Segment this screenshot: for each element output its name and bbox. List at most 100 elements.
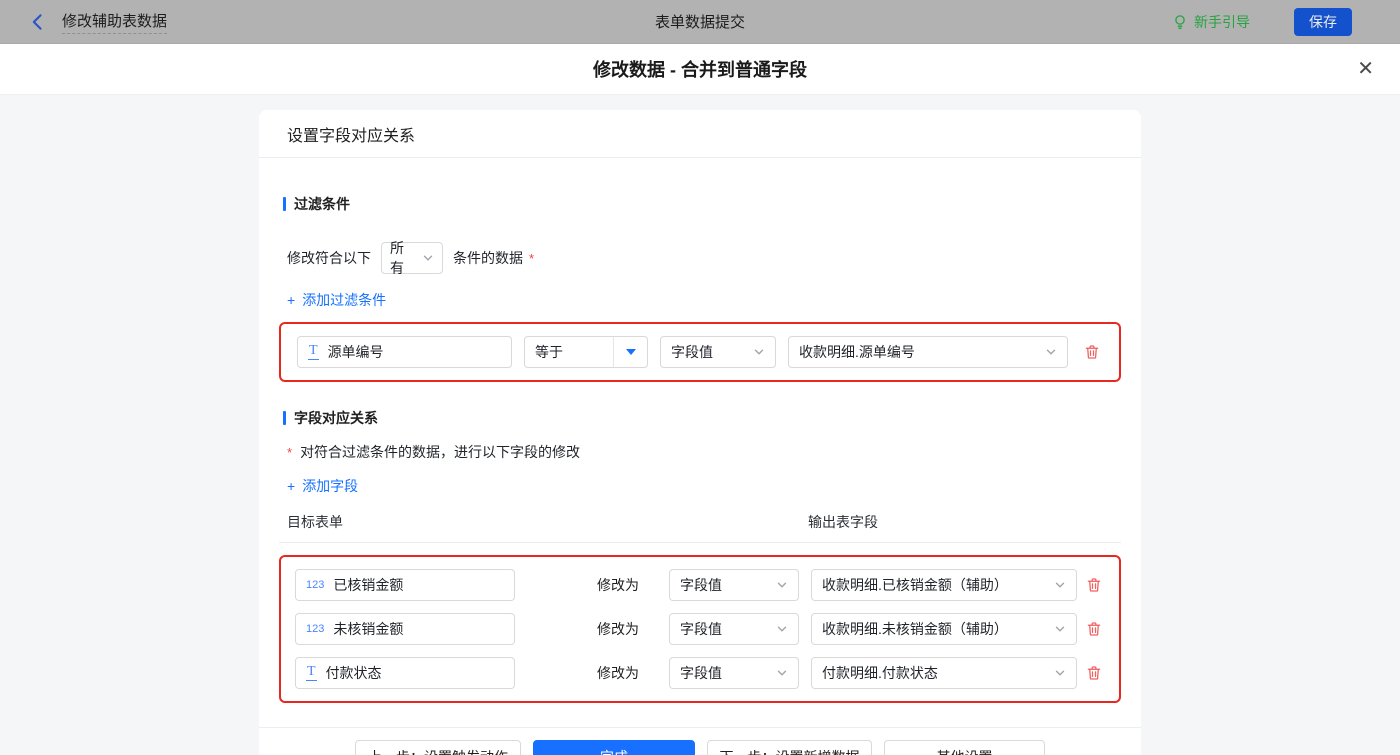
value-type-select[interactable]: 字段值 bbox=[660, 336, 776, 368]
output-field-value: 付款明细.付款状态 bbox=[822, 665, 938, 681]
add-field-link[interactable]: + 添加字段 bbox=[287, 476, 358, 496]
add-filter-condition-link[interactable]: + 添加过滤条件 bbox=[287, 290, 386, 310]
chevron-down-icon bbox=[753, 346, 765, 358]
chevron-down-icon bbox=[1054, 579, 1066, 591]
value-type-select[interactable]: 字段值 bbox=[669, 569, 799, 601]
chevron-down-icon bbox=[1054, 667, 1066, 679]
output-field-select[interactable]: 收款明细.未核销金额（辅助） bbox=[811, 613, 1077, 645]
target-field-value: 已核销金额 bbox=[333, 577, 404, 593]
mapping-section-title: 字段对应关系 bbox=[283, 408, 1121, 428]
number-field-type-icon: 123 bbox=[306, 578, 325, 591]
target-field-input[interactable]: T 付款状态 bbox=[295, 657, 515, 689]
back-icon[interactable] bbox=[28, 12, 48, 32]
top-navigation-bar: 修改辅助表数据 表单数据提交 新手引导 保存 bbox=[0, 0, 1400, 44]
operator-value: 等于 bbox=[535, 344, 563, 360]
chevron-down-icon bbox=[422, 252, 434, 264]
settings-card: 设置字段对应关系 过滤条件 修改符合以下 所有 条件的数据 * + 添加过滤条件… bbox=[259, 110, 1141, 755]
card-body: 过滤条件 修改符合以下 所有 条件的数据 * + 添加过滤条件 T 源单编号 等… bbox=[259, 194, 1141, 703]
filter-section-label: 过滤条件 bbox=[294, 196, 350, 212]
output-field-select[interactable]: 收款明细.已核销金额（辅助） bbox=[811, 569, 1077, 601]
mapping-note: * 对符合过滤条件的数据，进行以下字段的修改 bbox=[287, 442, 1121, 462]
mapping-note-text: 对符合过滤条件的数据，进行以下字段的修改 bbox=[300, 444, 581, 460]
delete-icon[interactable] bbox=[1085, 664, 1105, 682]
target-field-value: 付款状态 bbox=[325, 665, 382, 681]
value-type-select[interactable]: 字段值 bbox=[669, 657, 799, 689]
output-field-value: 收款明细.已核销金额（辅助） bbox=[822, 577, 1008, 593]
triangle-down-icon bbox=[625, 349, 636, 355]
page-title: 表单数据提交 bbox=[654, 14, 746, 31]
number-field-type-icon: 123 bbox=[306, 622, 325, 635]
target-field-input[interactable]: 123 未核销金额 bbox=[295, 613, 515, 645]
back-page-title[interactable]: 修改辅助表数据 bbox=[62, 10, 168, 34]
mapping-highlight-box: 123 已核销金额 修改为 字段值 收款明细.已核销金额（辅助） 123 未核销… bbox=[279, 555, 1121, 703]
target-field-input[interactable]: 123 已核销金额 bbox=[295, 569, 515, 601]
mapping-row: T 付款状态 修改为 字段值 付款明细.付款状态 bbox=[295, 657, 1105, 689]
lightbulb-icon bbox=[1172, 14, 1188, 30]
other-settings-button[interactable]: 其他设置 bbox=[884, 740, 1045, 755]
column-header-output: 输出表字段 bbox=[808, 514, 878, 530]
modify-to-label: 修改为 bbox=[597, 665, 639, 681]
delete-icon[interactable] bbox=[1085, 576, 1105, 594]
operator-select[interactable]: 等于 bbox=[524, 336, 648, 368]
dialog-footer: 上一步：设置触发动作 完成 下一步：设置新增数据 其他设置 bbox=[259, 727, 1141, 755]
close-icon[interactable]: ✕ bbox=[1357, 59, 1374, 79]
match-condition-row: 修改符合以下 所有 条件的数据 * bbox=[287, 240, 1121, 276]
next-step-button[interactable]: 下一步：设置新增数据 bbox=[707, 740, 872, 755]
previous-step-button[interactable]: 上一步：设置触发动作 bbox=[355, 740, 521, 755]
beginner-guide-label: 新手引导 bbox=[1194, 13, 1250, 30]
value-field-value: 收款明细.源单编号 bbox=[799, 344, 915, 360]
mapping-row: 123 已核销金额 修改为 字段值 收款明细.已核销金额（辅助） bbox=[295, 569, 1105, 601]
output-field-value: 收款明细.未核销金额（辅助） bbox=[822, 621, 1008, 637]
value-type-value: 字段值 bbox=[671, 344, 713, 360]
mapping-section-label: 字段对应关系 bbox=[294, 410, 378, 426]
add-filter-condition-label: 添加过滤条件 bbox=[302, 292, 387, 308]
filter-row: T 源单编号 等于 字段值 收款明细.源单编号 bbox=[297, 336, 1103, 368]
match-suffix-label: 条件的数据 bbox=[453, 250, 523, 266]
text-field-type-icon: T bbox=[308, 343, 319, 360]
match-prefix-label: 修改符合以下 bbox=[287, 250, 371, 266]
filter-field-input[interactable]: T 源单编号 bbox=[297, 336, 512, 368]
match-mode-value: 所有 bbox=[390, 240, 404, 276]
section-bar-icon bbox=[283, 411, 286, 425]
mapping-row: 123 未核销金额 修改为 字段值 收款明细.未核销金额（辅助） bbox=[295, 613, 1105, 645]
output-field-select[interactable]: 付款明细.付款状态 bbox=[811, 657, 1077, 689]
required-asterisk: * bbox=[287, 444, 293, 460]
column-header-target: 目标表单 bbox=[287, 514, 343, 530]
dialog-header: 修改数据 - 合并到普通字段 ✕ bbox=[0, 44, 1400, 95]
delete-icon[interactable] bbox=[1083, 343, 1103, 361]
add-field-label: 添加字段 bbox=[302, 478, 359, 494]
section-bar-icon bbox=[283, 197, 286, 211]
screen: 修改辅助表数据 表单数据提交 新手引导 保存 修改数据 - 合并到普通字段 ✕ … bbox=[0, 0, 1400, 755]
modify-to-label: 修改为 bbox=[597, 577, 639, 593]
mapping-rows: 123 已核销金额 修改为 字段值 收款明细.已核销金额（辅助） 123 未核销… bbox=[295, 569, 1105, 689]
delete-icon[interactable] bbox=[1085, 620, 1105, 638]
operator-dropdown-button[interactable] bbox=[613, 337, 647, 367]
card-title: 设置字段对应关系 bbox=[259, 110, 1141, 158]
chevron-down-icon bbox=[776, 623, 788, 635]
value-field-select[interactable]: 收款明细.源单编号 bbox=[788, 336, 1068, 368]
value-type-value: 字段值 bbox=[680, 665, 722, 681]
beginner-guide-link[interactable]: 新手引导 bbox=[1172, 12, 1250, 32]
value-type-value: 字段值 bbox=[680, 577, 722, 593]
topbar-right: 新手引导 保存 bbox=[1172, 7, 1384, 36]
chevron-down-icon bbox=[1045, 346, 1057, 358]
chevron-down-icon bbox=[1054, 623, 1066, 635]
target-field-value: 未核销金额 bbox=[333, 621, 404, 637]
filter-field-value: 源单编号 bbox=[327, 344, 384, 360]
required-asterisk: * bbox=[529, 250, 535, 266]
plus-icon: + bbox=[287, 292, 296, 308]
match-mode-select[interactable]: 所有 bbox=[381, 240, 443, 276]
text-field-type-icon: T bbox=[306, 664, 317, 681]
done-button[interactable]: 完成 bbox=[533, 740, 695, 755]
filter-section-title: 过滤条件 bbox=[283, 194, 1121, 214]
value-type-select[interactable]: 字段值 bbox=[669, 613, 799, 645]
topbar-left: 修改辅助表数据 bbox=[16, 10, 168, 34]
save-button[interactable]: 保存 bbox=[1294, 7, 1352, 36]
filter-highlight-box: T 源单编号 等于 字段值 收款明细.源单编号 bbox=[279, 322, 1121, 382]
chevron-down-icon bbox=[776, 667, 788, 679]
chevron-down-icon bbox=[776, 579, 788, 591]
dialog-title: 修改数据 - 合并到普通字段 bbox=[593, 60, 807, 80]
mapping-column-headers: 目标表单 输出表字段 bbox=[279, 512, 1121, 543]
plus-icon: + bbox=[287, 478, 296, 494]
modify-to-label: 修改为 bbox=[597, 621, 639, 637]
